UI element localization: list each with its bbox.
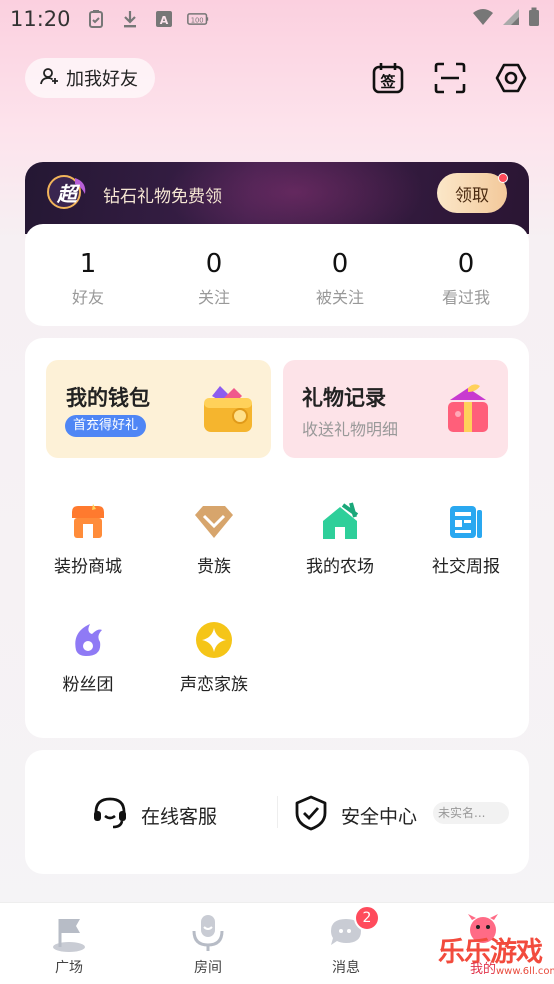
stats-card: 1 好友 0 关注 0 被关注 0 看过我 bbox=[25, 224, 529, 326]
stat-followers[interactable]: 0 被关注 bbox=[277, 224, 403, 326]
svg-text:A: A bbox=[159, 14, 168, 27]
features-card: 我的钱包 首充得好礼 礼物记录 收送礼物明细 装扮商城 贵族 我的农场 社交周报… bbox=[25, 338, 529, 738]
star-icon bbox=[192, 618, 236, 662]
shop-icon bbox=[66, 500, 110, 544]
stat-label: 被关注 bbox=[315, 288, 364, 307]
wifi-icon bbox=[472, 8, 494, 30]
gift-record-title: 礼物记录 bbox=[302, 386, 386, 410]
super-badge-text: 超 bbox=[57, 181, 77, 206]
stat-number: 1 bbox=[79, 249, 97, 279]
wallet-icon bbox=[198, 380, 258, 440]
svg-text:100: 100 bbox=[190, 16, 203, 24]
gift-box-icon bbox=[438, 380, 498, 440]
headset-icon bbox=[91, 794, 129, 837]
stat-label: 看过我 bbox=[441, 288, 490, 307]
settings-icon[interactable] bbox=[493, 60, 529, 96]
download-icon bbox=[119, 9, 141, 29]
checkin-text: 签 bbox=[379, 73, 396, 91]
add-user-icon bbox=[40, 66, 60, 91]
online-service-label: 在线客服 bbox=[141, 806, 218, 828]
nav-item-room[interactable]: 房间 bbox=[163, 913, 253, 977]
menu-item-fan-club[interactable]: 粉丝团 bbox=[25, 618, 151, 695]
menu-item-weekly-report[interactable]: 社交周报 bbox=[403, 500, 529, 577]
menu-item-farm[interactable]: 我的农场 bbox=[277, 500, 403, 577]
stat-label: 好友 bbox=[71, 288, 104, 307]
status-bar: 11:20 A 100 bbox=[0, 0, 554, 38]
battery-saver-icon bbox=[85, 9, 107, 29]
watermark-url: www.6ll.com bbox=[496, 966, 554, 977]
square-flag-icon bbox=[49, 913, 89, 953]
stat-number: 0 bbox=[457, 249, 475, 279]
fan-icon bbox=[66, 618, 110, 662]
stat-friends[interactable]: 1 好友 bbox=[25, 224, 151, 326]
gift-record-card[interactable]: 礼物记录 收送礼物明细 bbox=[283, 360, 508, 458]
stat-following[interactable]: 0 关注 bbox=[151, 224, 277, 326]
claim-button[interactable]: 领取 bbox=[437, 173, 507, 213]
report-icon bbox=[444, 500, 488, 544]
super-badge-icon: 超 bbox=[45, 172, 89, 212]
stat-number: 0 bbox=[331, 249, 349, 279]
farm-icon bbox=[318, 500, 362, 544]
stat-number: 0 bbox=[205, 249, 223, 279]
battery-icon bbox=[528, 7, 540, 31]
add-friend-label: 加我好友 bbox=[66, 69, 138, 90]
scan-icon[interactable] bbox=[432, 60, 468, 96]
diamond-icon bbox=[192, 500, 236, 544]
nav-label: 房间 bbox=[194, 960, 222, 976]
wallet-title: 我的钱包 bbox=[66, 386, 150, 410]
security-center-label: 安全中心 bbox=[341, 806, 418, 828]
unverified-badge: 未实名... bbox=[433, 802, 509, 824]
nav-label: 消息 bbox=[332, 960, 360, 976]
gift-record-subtitle: 收送礼物明细 bbox=[302, 420, 399, 439]
banner-text: 钻石礼物免费领 bbox=[103, 187, 222, 207]
shield-icon bbox=[293, 794, 329, 837]
status-time: 11:20 bbox=[10, 7, 71, 31]
menu-label: 声恋家族 bbox=[180, 675, 248, 695]
nav-label: 广场 bbox=[55, 960, 83, 976]
menu-item-noble[interactable]: 贵族 bbox=[151, 500, 277, 577]
battery-100-icon: 100 bbox=[186, 9, 209, 29]
menu-label: 粉丝团 bbox=[62, 675, 114, 695]
online-service-button[interactable]: 在线客服 bbox=[91, 794, 217, 837]
a-badge-icon: A bbox=[153, 9, 175, 29]
service-card: 在线客服 安全中心 未实名... bbox=[25, 750, 529, 874]
menu-label: 社交周报 bbox=[432, 557, 500, 577]
menu-item-voice-family[interactable]: 声恋家族 bbox=[151, 618, 277, 695]
stat-visitors[interactable]: 0 看过我 bbox=[403, 224, 529, 326]
divider bbox=[277, 796, 278, 828]
watermark-logo: 乐乐游戏 我的 www.6ll.com bbox=[436, 912, 554, 982]
claim-notification-dot bbox=[498, 173, 508, 183]
menu-item-shop[interactable]: 装扮商城 bbox=[25, 500, 151, 577]
stat-label: 关注 bbox=[197, 288, 230, 307]
mic-icon bbox=[188, 913, 228, 953]
watermark-me-label: 我的 bbox=[470, 962, 497, 977]
menu-label: 装扮商城 bbox=[54, 557, 122, 577]
wallet-promo-tag: 首充得好礼 bbox=[65, 415, 147, 437]
menu-label: 贵族 bbox=[197, 557, 231, 577]
nav-item-square[interactable]: 广场 bbox=[24, 913, 114, 977]
security-center-button[interactable]: 安全中心 bbox=[293, 794, 417, 837]
checkin-icon[interactable]: 签 bbox=[370, 60, 406, 96]
add-friend-button[interactable]: 加我好友 bbox=[25, 58, 155, 98]
menu-label: 我的农场 bbox=[306, 557, 374, 577]
signal-icon bbox=[502, 8, 520, 30]
wallet-card[interactable]: 我的钱包 首充得好礼 bbox=[46, 360, 271, 458]
message-badge: 2 bbox=[354, 905, 380, 931]
